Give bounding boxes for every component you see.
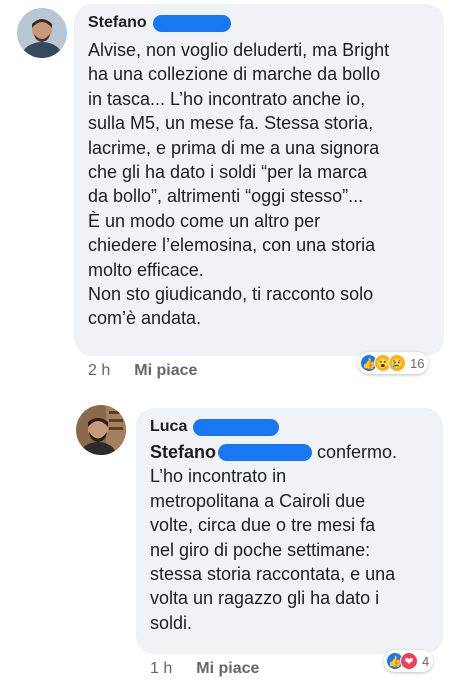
author-name[interactable]: Stefano xyxy=(88,14,147,32)
like-button[interactable]: Mi piace xyxy=(196,660,259,678)
redacted-mention-surname xyxy=(218,443,313,461)
like-button[interactable]: Mi piace xyxy=(134,362,197,380)
reaction-count: 16 xyxy=(410,355,425,371)
profile-photo-icon xyxy=(17,8,67,58)
redacted-surname xyxy=(152,14,231,32)
comment-meta: 2 h Mi piace xyxy=(88,362,197,380)
comment-timestamp[interactable]: 2 h xyxy=(88,362,110,380)
reply-reaction-summary[interactable]: 👍 ❤ 4 xyxy=(384,650,434,672)
avatar-stefano[interactable] xyxy=(17,8,67,58)
profile-photo-icon xyxy=(76,405,126,455)
comment-text: Alvise, non voglio deluderti, ma Bright … xyxy=(88,40,390,329)
author-name[interactable]: Luca xyxy=(150,418,187,436)
reaction-summary[interactable]: 👍 😮 😢 16 xyxy=(358,352,429,374)
comment-author[interactable]: Stefano xyxy=(88,14,231,32)
reaction-count: 4 xyxy=(422,653,430,669)
reply-bubble-luca: Luca Stefano confermo. L’ho incontrato i… xyxy=(136,408,443,654)
sad-reaction-icon: 😢 xyxy=(388,354,406,372)
avatar-luca[interactable] xyxy=(76,405,126,455)
redacted-surname xyxy=(193,418,280,436)
reply-author[interactable]: Luca xyxy=(150,418,280,436)
comment-bubble-stefano: Stefano Alvise, non voglio deluderti, ma… xyxy=(74,4,444,356)
love-reaction-icon: ❤ xyxy=(400,652,418,670)
reply-meta: 1 h Mi piace xyxy=(150,660,259,678)
reply-timestamp[interactable]: 1 h xyxy=(150,660,172,678)
reply-text: Stefano confermo. L’ho incontrato in met… xyxy=(150,440,398,633)
mention-stefano[interactable]: Stefano xyxy=(150,440,216,464)
